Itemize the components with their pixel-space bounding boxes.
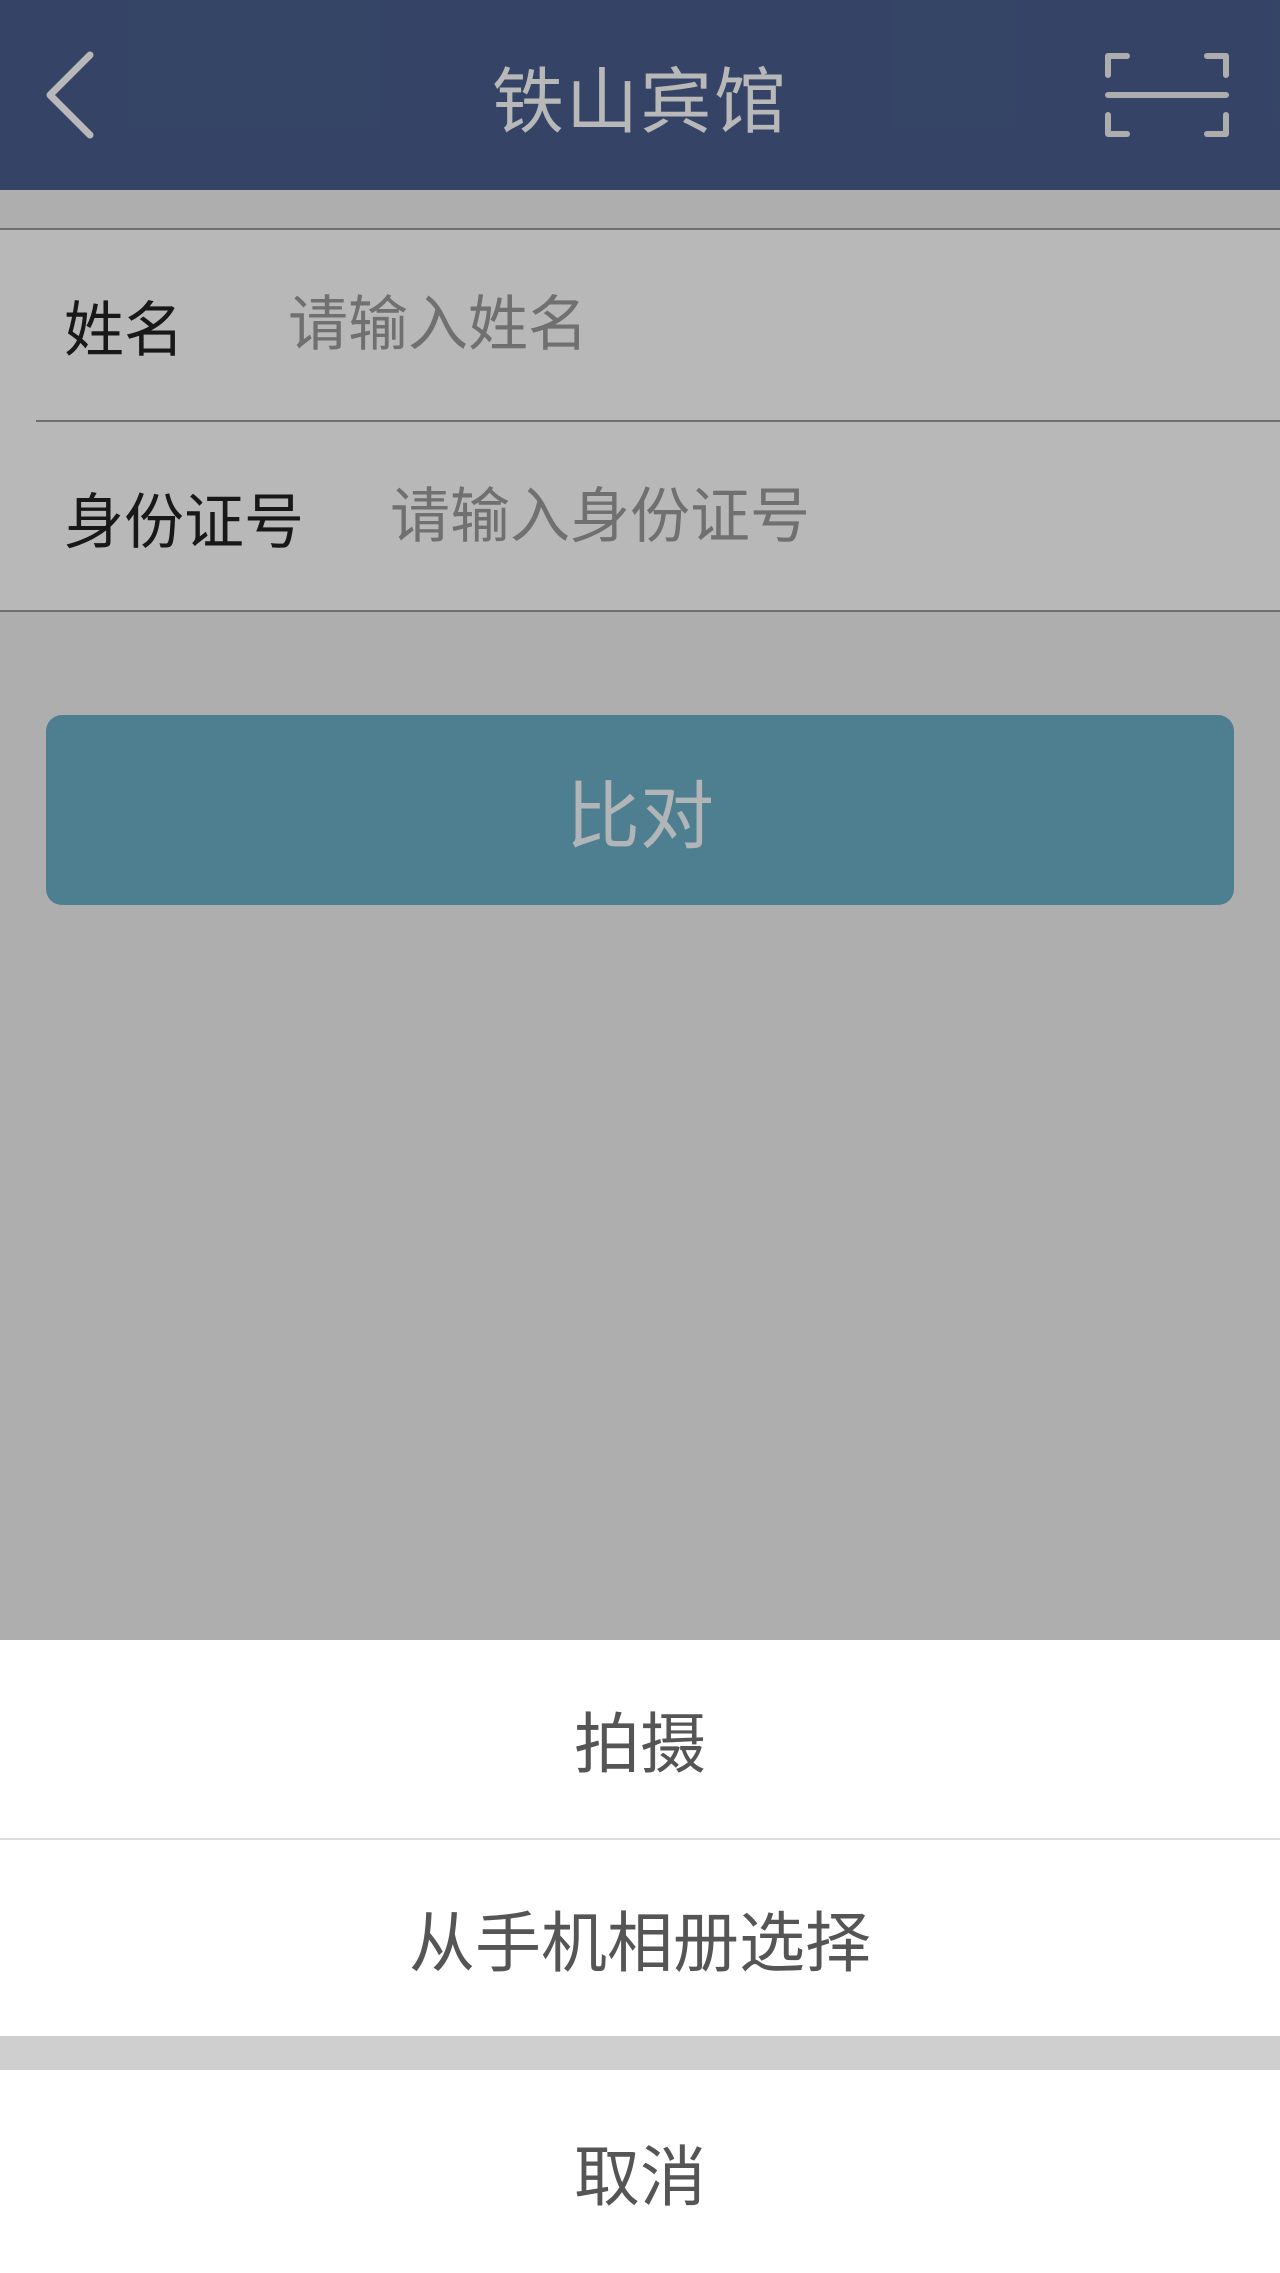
choose-from-album-option[interactable]: 从手机相册选择 [0, 1840, 1280, 2036]
cancel-button[interactable]: 取消 [0, 2070, 1280, 2273]
take-photo-option[interactable]: 拍摄 [0, 1640, 1280, 1838]
sheet-gap [0, 2036, 1280, 2070]
action-sheet: 拍摄 从手机相册选择 取消 [0, 1640, 1280, 2273]
modal-overlay[interactable] [0, 0, 1280, 1640]
